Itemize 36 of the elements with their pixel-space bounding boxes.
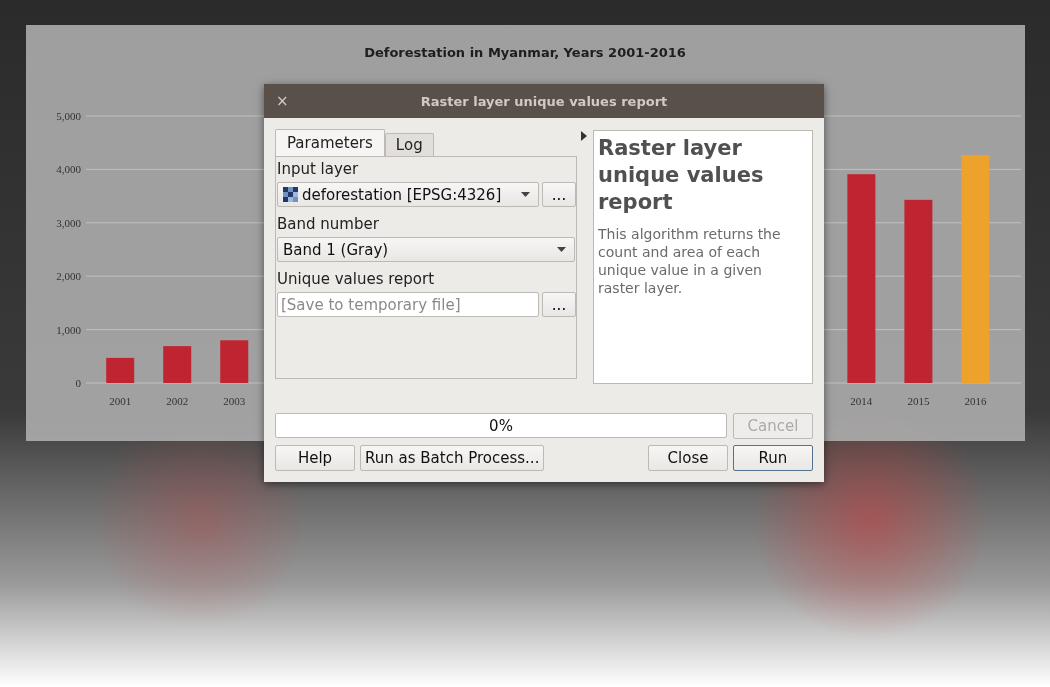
y-axis-label: 4,000: [56, 163, 81, 176]
y-axis-label: 3,000: [56, 216, 81, 229]
dialog-button[interactable]: Close: [648, 445, 728, 471]
tab[interactable]: Log: [384, 133, 434, 156]
dropdown-arrow-icon: [557, 247, 566, 252]
progress-text: 0%: [489, 416, 513, 435]
x-axis-label: 2001: [109, 395, 132, 407]
tab[interactable]: Parameters: [275, 129, 385, 156]
dropdown[interactable]: deforestation [EPSG:4326]: [277, 182, 539, 207]
y-axis-label: 5,000: [56, 110, 81, 122]
x-axis-label: 2014: [850, 395, 873, 407]
y-axis-label: 1,000: [56, 323, 81, 336]
window-title: Raster layer unique values report: [419, 93, 669, 109]
x-axis-label: 2003: [223, 395, 246, 407]
x-axis-label: 2016: [964, 395, 987, 407]
collapse-arrow-icon[interactable]: [581, 131, 587, 141]
browse-button[interactable]: ...: [542, 182, 576, 207]
raster-layer-icon: [283, 186, 299, 203]
x-axis-label: 2015: [907, 395, 930, 407]
chart-title: Deforestation in Myanmar, Years 2001-2016: [364, 45, 686, 60]
file-path-field[interactable]: [Save to temporary file]: [277, 292, 539, 317]
dialog-button[interactable]: Help: [275, 445, 355, 471]
y-axis-label: 0: [75, 377, 81, 389]
field-label: Input layer: [277, 159, 360, 180]
dialog-button[interactable]: Run as Batch Process...: [360, 445, 545, 471]
help-title: Raster layer unique values report: [598, 135, 765, 216]
dialog-button[interactable]: Run: [733, 445, 813, 471]
field-label: Band number: [277, 214, 380, 235]
y-axis-label: 2,000: [56, 270, 81, 283]
browse-button[interactable]: ...: [542, 292, 576, 317]
close-button[interactable]: ×: [276, 93, 289, 109]
dropdown[interactable]: Band 1 (Gray): [277, 237, 575, 262]
x-axis-label: 2002: [166, 395, 189, 407]
dropdown-arrow-icon: [521, 192, 530, 197]
help-text: This algorithm returns the count and area of each unique value in a given raster layer.: [598, 225, 782, 297]
field-label: Unique values report: [277, 269, 436, 290]
